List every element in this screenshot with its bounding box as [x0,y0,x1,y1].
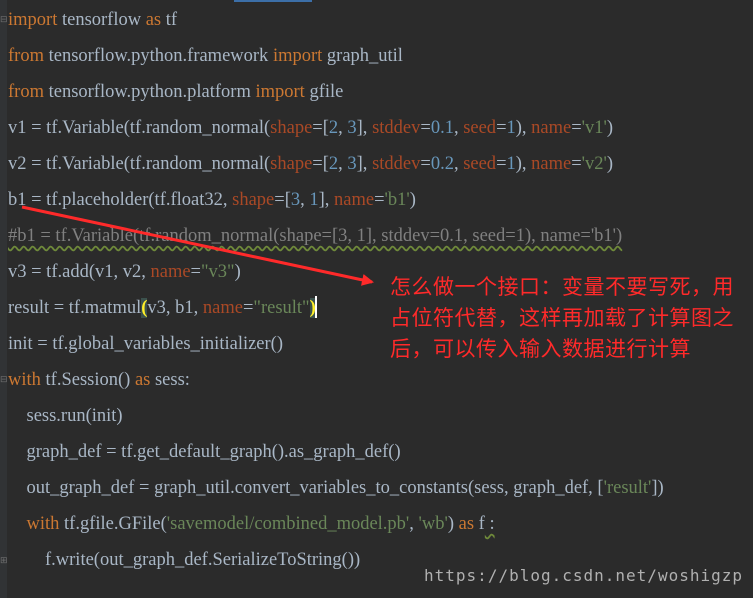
annotation-text: 怎么做一个接口：变量不要写死，用占位符代替，这样再加载了计算图之后，可以传入输入… [390,275,734,361]
watermark: https://blog.csdn.net/woshigzp [424,566,743,585]
